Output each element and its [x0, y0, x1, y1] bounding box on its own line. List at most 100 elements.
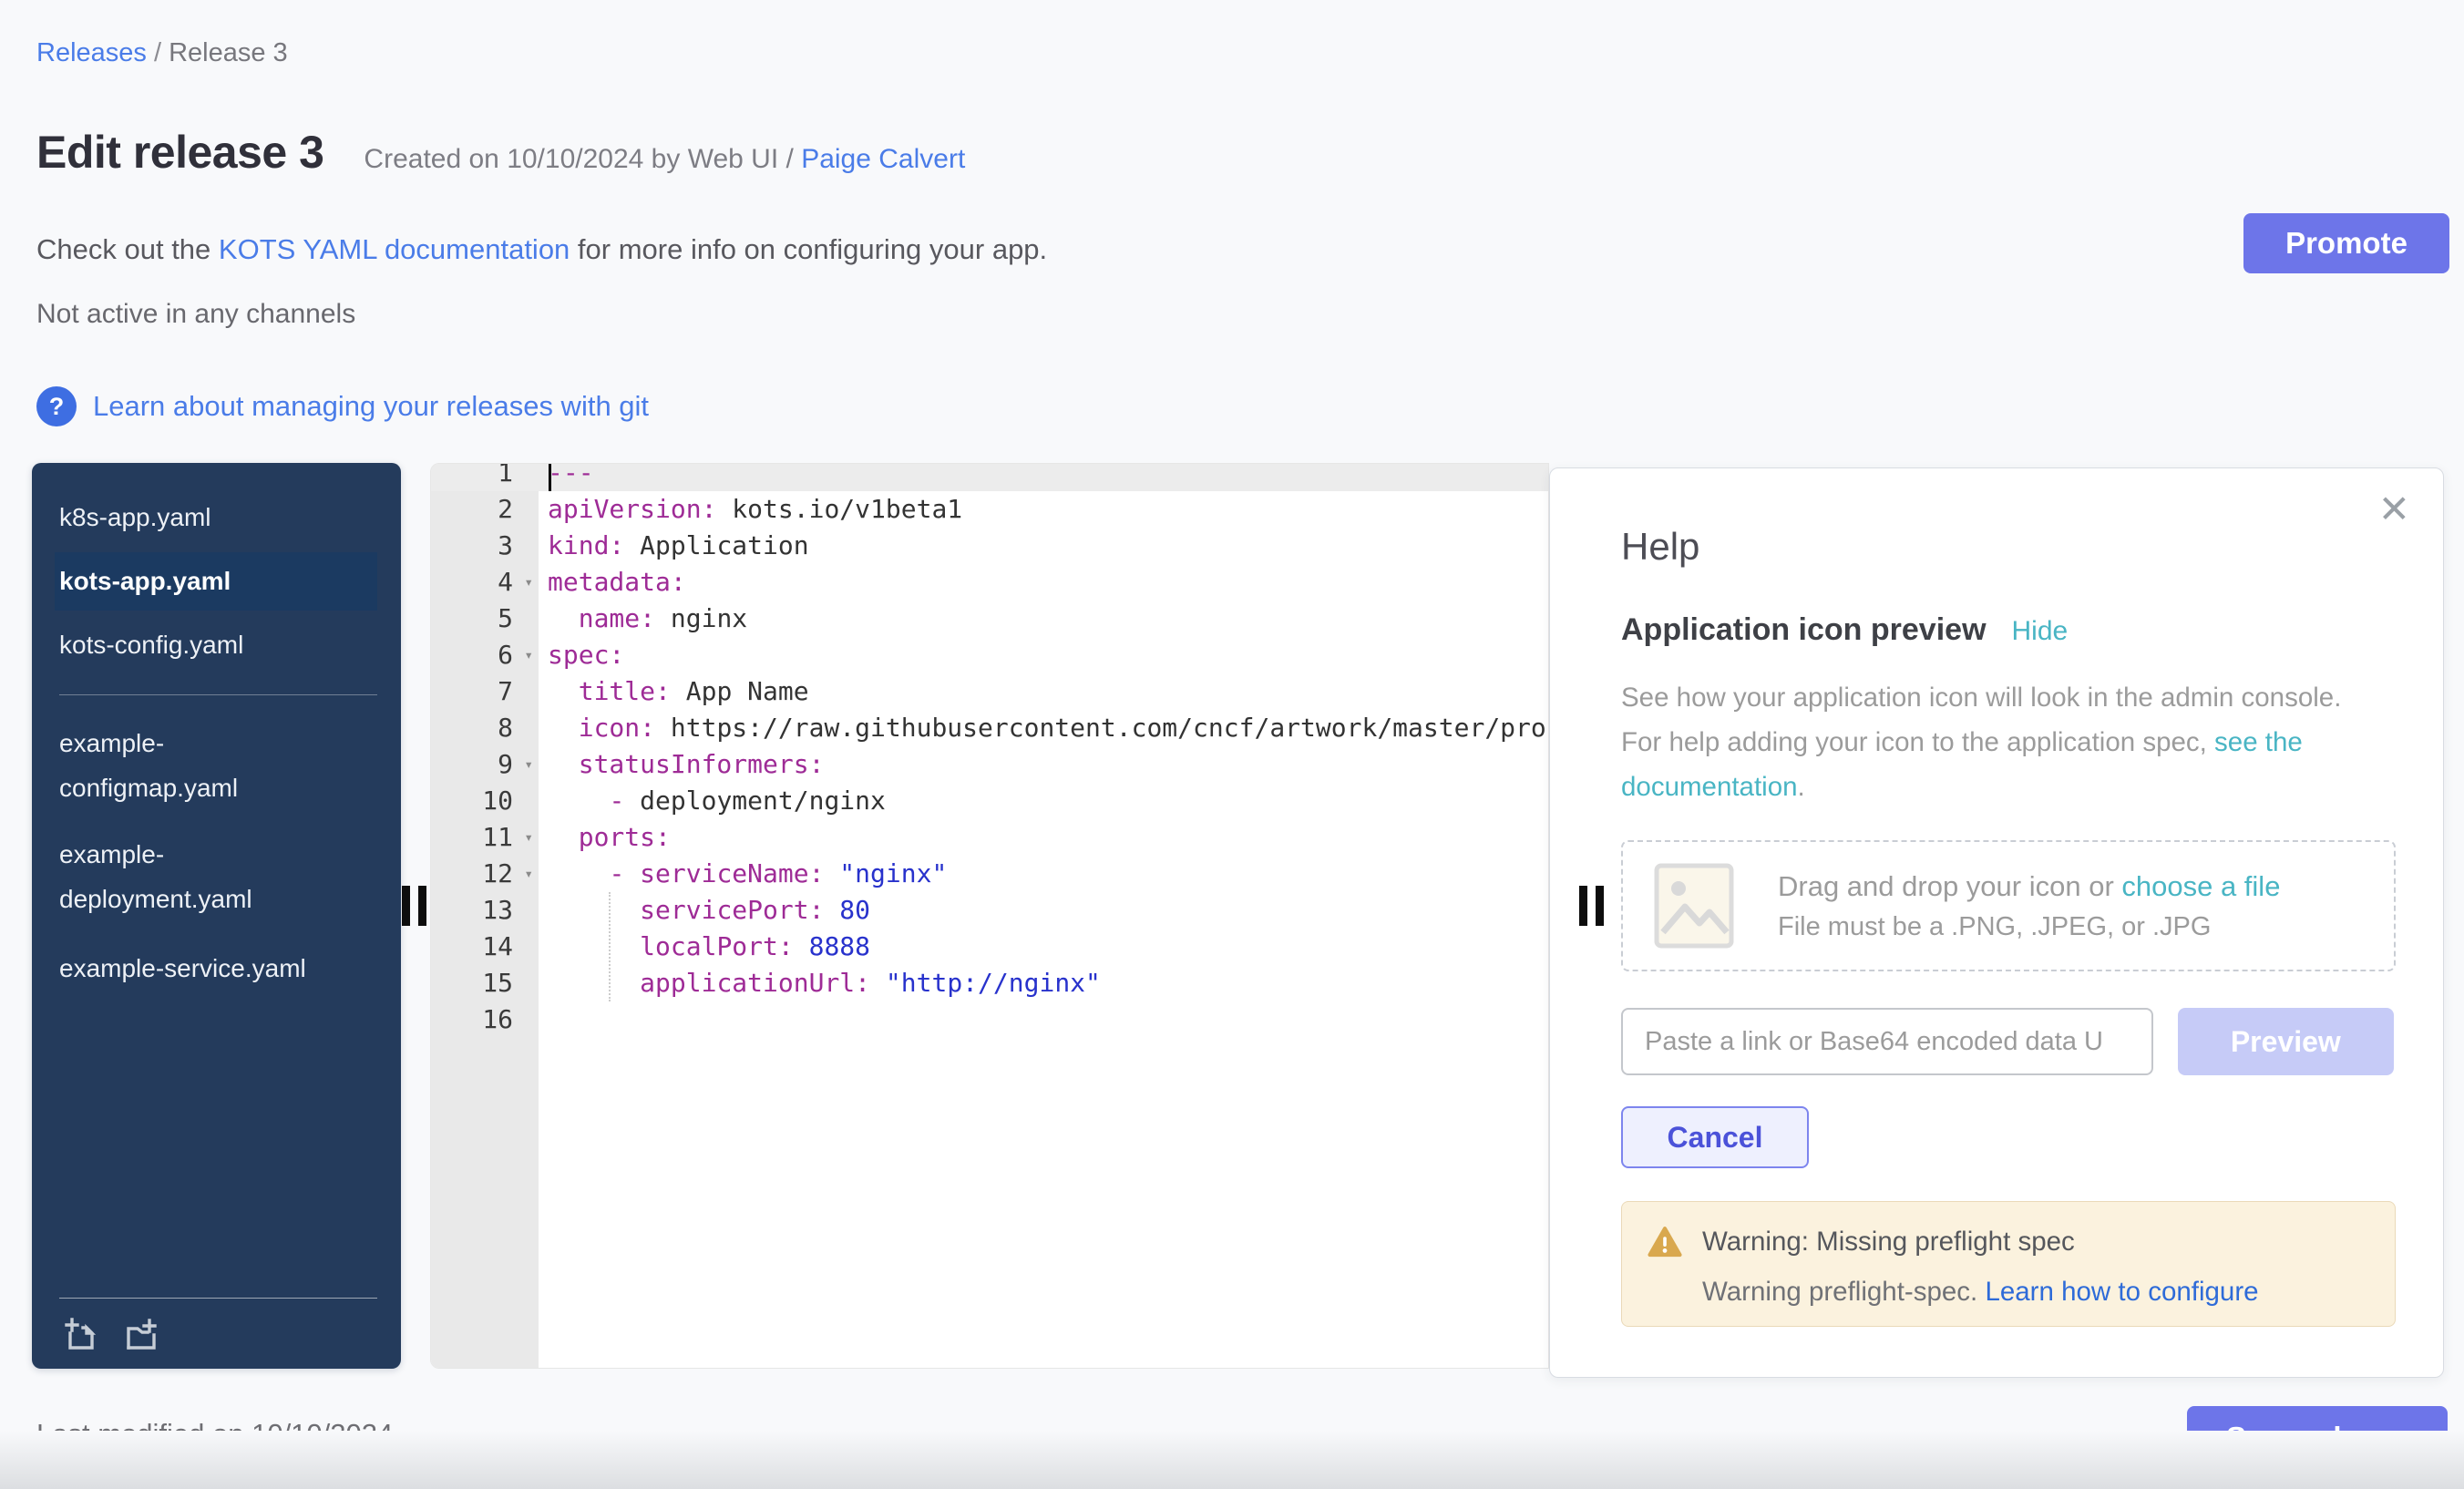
dropzone-hint: File must be a .PNG, .JPEG, or .JPG: [1778, 912, 2280, 942]
line-number: 6▾: [431, 637, 539, 673]
file-item-example-service.yaml[interactable]: example-service.yaml: [59, 945, 377, 992]
fold-arrow-icon[interactable]: ▾: [524, 746, 533, 783]
line-number: 11▾: [431, 819, 539, 856]
code-line-15: 15 applicationUrl: "http://nginx": [431, 965, 1548, 1001]
code-text: ---: [539, 463, 1548, 491]
promote-button[interactable]: Promote: [2243, 213, 2449, 273]
code-text: icon: https://raw.githubusercontent.com/…: [539, 710, 1548, 746]
file-sidebar: k8s-app.yaml kots-app.yaml kots-config.yam…: [32, 463, 401, 1369]
sidebar-footer: [59, 1298, 377, 1369]
add-file-icon[interactable]: [59, 1313, 101, 1355]
fold-arrow-icon[interactable]: ▾: [524, 819, 533, 856]
code-line-7: 7 title: App Name: [431, 673, 1548, 710]
code-line-8: 8 icon: https://raw.githubusercontent.co…: [431, 710, 1548, 746]
editor-code: 1---2apiVersion: kots.io/v1beta13kind: A…: [431, 463, 1548, 1038]
code-text: title: App Name: [539, 673, 1548, 710]
warning-icon: [1648, 1226, 1682, 1258]
cancel-button[interactable]: Cancel: [1621, 1106, 1809, 1168]
code-line-10: 10 - deployment/nginx: [431, 783, 1548, 819]
file-item-kots-app.yaml[interactable]: kots-app.yaml: [55, 552, 377, 611]
image-placeholder-icon: [1654, 863, 1734, 949]
icon-link-input[interactable]: [1621, 1008, 2153, 1075]
dropzone-text: Drag and drop your icon or choose a file…: [1778, 870, 2280, 942]
code-text: servicePort: 80: [539, 892, 1548, 929]
yaml-editor[interactable]: 1---2apiVersion: kots.io/v1beta13kind: A…: [430, 463, 1549, 1369]
code-line-1: 1---: [431, 463, 1548, 491]
line-number: 13: [431, 892, 539, 929]
page-title: Edit release 3: [36, 126, 323, 179]
add-folder-icon[interactable]: [119, 1313, 161, 1355]
file-item-example-configmap.yaml[interactable]: example-configmap.yaml: [59, 721, 377, 810]
icon-dropzone[interactable]: Drag and drop your icon or choose a file…: [1621, 840, 2396, 971]
code-text: - serviceName: "nginx": [539, 856, 1548, 892]
breadcrumb: Releases / Release 3: [36, 38, 288, 68]
fold-arrow-icon[interactable]: ▾: [524, 637, 533, 673]
question-icon: ?: [36, 386, 77, 426]
icon-link-row: Preview: [1621, 1008, 2394, 1075]
line-number: 16: [431, 1001, 539, 1038]
created-text: Created on 10/10/2024 by Web UI /: [364, 144, 801, 174]
line-number: 7: [431, 673, 539, 710]
last-modified: Last modified on 10/10/2024: [36, 1418, 393, 1451]
dropzone-label: Drag and drop your icon or: [1778, 870, 2121, 902]
line-number: 2: [431, 491, 539, 528]
line-number: 1: [431, 463, 539, 491]
choose-file-link[interactable]: choose a file: [2121, 870, 2280, 902]
line-number: 15: [431, 965, 539, 1001]
git-help-row: ? Learn about managing your releases wit…: [36, 386, 649, 426]
code-text: name: nginx: [539, 601, 1548, 637]
git-help-link[interactable]: Learn about managing your releases with …: [93, 390, 649, 423]
code-line-6: 6▾spec:: [431, 637, 1548, 673]
code-text: metadata:: [539, 564, 1548, 601]
code-line-16: 16: [431, 1001, 1548, 1038]
save-release-button[interactable]: Save release: [2187, 1406, 2448, 1469]
code-line-3: 3kind: Application: [431, 528, 1548, 564]
kots-docs-link[interactable]: KOTS YAML documentation: [219, 233, 570, 265]
file-list: k8s-app.yaml kots-app.yaml kots-config.yam…: [32, 463, 401, 992]
docs-text-before: Check out the: [36, 233, 219, 265]
file-item-kots-config.yaml[interactable]: kots-config.yaml: [59, 621, 377, 669]
code-line-14: 14 localPort: 8888: [431, 929, 1548, 965]
docs-text-after: for more info on configuring your app.: [570, 233, 1047, 265]
close-icon[interactable]: ✕: [2378, 490, 2410, 529]
title-row: Edit release 3 Created on 10/10/2024 by …: [36, 126, 965, 179]
code-line-9: 9▾ statusInformers:: [431, 746, 1548, 783]
help-panel: ✕ Help Application icon preview Hide See…: [1549, 467, 2444, 1378]
line-number: 3: [431, 528, 539, 564]
line-number: 14: [431, 929, 539, 965]
learn-configure-link[interactable]: Learn how to configure: [1985, 1277, 2258, 1307]
code-text: statusInformers:: [539, 746, 1548, 783]
code-text: kind: Application: [539, 528, 1548, 564]
code-text: spec:: [539, 637, 1548, 673]
description-period: .: [1798, 772, 1805, 802]
fold-arrow-icon[interactable]: ▾: [524, 564, 533, 601]
hide-link[interactable]: Hide: [2012, 616, 2069, 647]
icon-preview-title: Application icon preview: [1621, 612, 1987, 648]
sidebar-resize-handle-right-bar[interactable]: [418, 886, 426, 926]
file-item-k8s-app.yaml[interactable]: k8s-app.yaml: [59, 494, 377, 541]
breadcrumb-separator: /: [147, 38, 169, 67]
warning-title: Warning: Missing preflight spec: [1702, 1227, 2075, 1258]
line-number: 12▾: [431, 856, 539, 892]
line-number: 8: [431, 710, 539, 746]
created-info: Created on 10/10/2024 by Web UI / Paige …: [364, 144, 965, 175]
breadcrumb-releases-link[interactable]: Releases: [36, 38, 147, 67]
line-number: 10: [431, 783, 539, 819]
code-text: ports:: [539, 819, 1548, 856]
channel-status: Not active in any channels: [36, 299, 355, 330]
code-line-11: 11▾ ports:: [431, 819, 1548, 856]
panel-resize-handle-left-bar[interactable]: [1579, 886, 1587, 926]
code-line-2: 2apiVersion: kots.io/v1beta1: [431, 491, 1548, 528]
sidebar-resize-handle-left-bar[interactable]: [402, 886, 410, 926]
icon-preview-section-header: Application icon preview Hide: [1621, 612, 2394, 648]
docs-line: Check out the KOTS YAML documentation fo…: [36, 233, 1047, 266]
warning-body-text: Warning preflight-spec.: [1702, 1277, 1985, 1307]
icon-preview-description: See how your application icon will look …: [1621, 675, 2361, 809]
author-link[interactable]: Paige Calvert: [801, 144, 965, 174]
preview-button[interactable]: Preview: [2178, 1008, 2394, 1075]
preflight-warning: Warning: Missing preflight spec Warning …: [1621, 1201, 2396, 1327]
file-item-example-deployment.yaml[interactable]: example-deployment.yaml: [59, 832, 377, 921]
editor-cursor: [549, 464, 551, 491]
panel-resize-handle-right-bar[interactable]: [1596, 886, 1604, 926]
fold-arrow-icon[interactable]: ▾: [524, 856, 533, 892]
